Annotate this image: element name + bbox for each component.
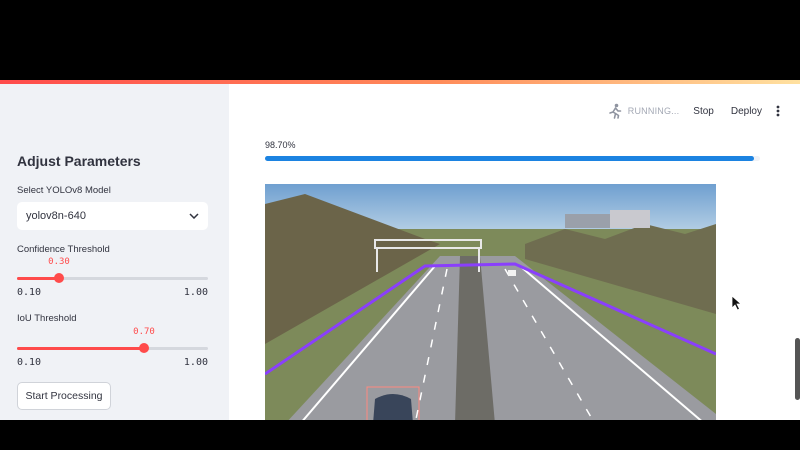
sidebar: Adjust Parameters Select YOLOv8 Model yo… <box>0 84 229 420</box>
iou-track <box>17 347 208 350</box>
iou-value: 0.70 <box>133 327 155 337</box>
confidence-track <box>17 277 208 280</box>
iou-min: 0.10 <box>17 357 42 368</box>
start-processing-button[interactable]: Start Processing <box>17 382 111 410</box>
iou-thumb[interactable] <box>139 343 149 353</box>
letterbox-bottom <box>0 420 800 450</box>
chevron-down-icon <box>189 213 199 219</box>
confidence-thumb[interactable] <box>54 273 64 283</box>
iou-label: IoU Threshold <box>17 313 77 324</box>
progress-text: 98.70% <box>265 140 296 150</box>
confidence-value: 0.30 <box>48 257 70 267</box>
progress-bar <box>265 156 760 161</box>
car <box>373 394 413 420</box>
video-frame <box>265 184 716 420</box>
mouse-cursor-icon <box>731 295 743 311</box>
stop-button[interactable]: Stop <box>693 106 714 117</box>
scrollbar[interactable] <box>795 338 800 400</box>
confidence-slider[interactable]: 0.30 0.10 1.00 <box>17 257 208 298</box>
streamlit-app: Adjust Parameters Select YOLOv8 Model yo… <box>0 80 800 420</box>
confidence-min: 0.10 <box>17 287 42 298</box>
iou-fill <box>17 347 144 350</box>
running-status: RUNNING... <box>627 106 680 116</box>
model-select[interactable]: yolov8n-640 <box>17 202 208 230</box>
model-select-value: yolov8n-640 <box>26 210 86 222</box>
progress-fill <box>265 156 754 161</box>
confidence-label: Confidence Threshold <box>17 244 110 255</box>
deploy-button[interactable]: Deploy <box>731 106 762 117</box>
iou-slider[interactable]: 0.70 0.10 1.00 <box>17 327 208 368</box>
main-area: RUNNING... Stop Deploy 98.70% <box>229 84 800 420</box>
confidence-fill <box>17 277 59 280</box>
confidence-max: 1.00 <box>183 287 208 298</box>
distant-car <box>508 270 516 276</box>
model-select-label: Select YOLOv8 Model <box>17 185 111 196</box>
running-figure-icon <box>608 103 622 119</box>
letterbox-top <box>0 0 800 80</box>
building <box>610 210 650 228</box>
sidebar-title: Adjust Parameters <box>17 153 141 169</box>
more-vertical-icon[interactable] <box>776 105 780 117</box>
app-toolbar: RUNNING... Stop Deploy <box>607 103 780 119</box>
iou-max: 1.00 <box>183 357 208 368</box>
